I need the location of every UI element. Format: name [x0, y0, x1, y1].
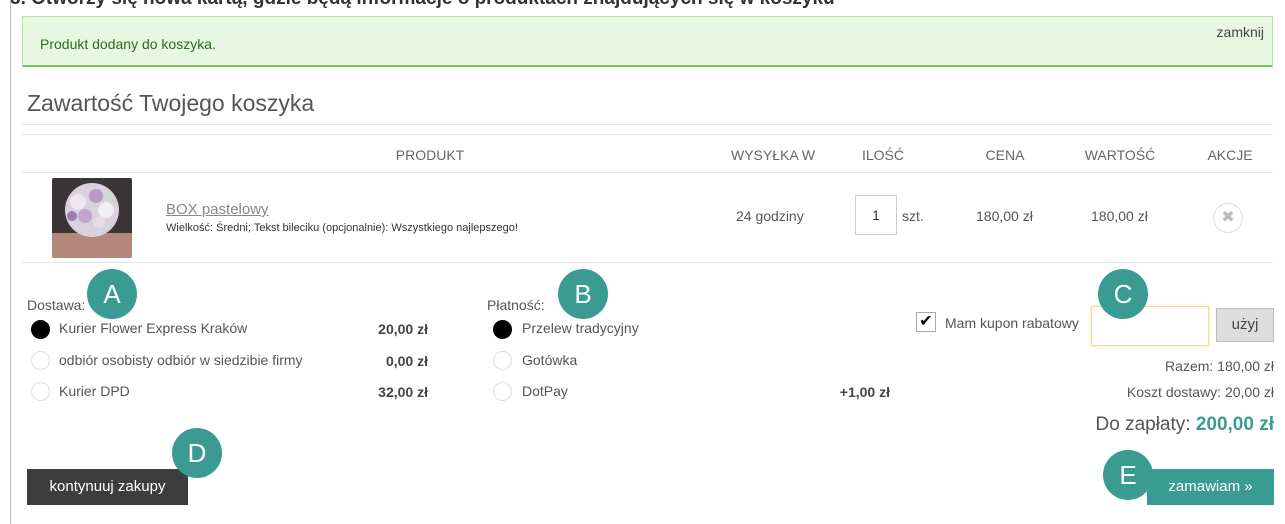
- total-value: 200,00 zł: [1195, 414, 1274, 435]
- payment-option-dotpay[interactable]: DotPay: [522, 383, 568, 399]
- delivery-option-pickup[interactable]: odbiór osobisty odbiór w siedzibie firmy: [59, 352, 303, 368]
- payment-radio-cash[interactable]: [493, 351, 512, 370]
- shipping-cost: Koszt dostawy: 20,00 zł: [1126, 384, 1274, 400]
- delivery-price-courier-flower: 20,00 zł: [378, 321, 428, 337]
- payment-radio-dotpay[interactable]: [493, 382, 512, 401]
- quantity-input[interactable]: 1: [855, 195, 897, 235]
- delivery-radio-dpd[interactable]: [31, 382, 50, 401]
- alert-message: Produkt dodany do koszyka.: [40, 36, 216, 52]
- page-title: Zawartość Twojego koszyka: [27, 90, 315, 116]
- header-actions: AKCJE: [1207, 147, 1253, 163]
- frame-border: [10, 0, 11, 524]
- title-divider: [22, 124, 1273, 125]
- product-thumbnail[interactable]: [52, 178, 132, 258]
- marker-b: B: [558, 269, 608, 319]
- unit-price: 180,00 zł: [976, 208, 1033, 224]
- tutorial-caption: 3. Otworzy się nowa kartą, gdzie będą in…: [10, 0, 835, 10]
- header-value: WARTOŚĆ: [1084, 147, 1156, 163]
- alert-close-link[interactable]: zamknij: [1217, 24, 1264, 40]
- close-icon: ✖: [1221, 209, 1235, 226]
- header-shipping: WYSYŁKA W: [730, 147, 816, 163]
- delivery-radio-pickup[interactable]: [31, 351, 50, 370]
- remove-item-button[interactable]: ✖: [1213, 203, 1243, 233]
- continue-shopping-button[interactable]: kontynuuj zakupy: [27, 469, 188, 505]
- header-product: PRODUKT: [395, 147, 465, 163]
- row-divider: [22, 262, 1273, 263]
- delivery-price-pickup: 0,00 zł: [385, 353, 428, 369]
- coupon-checkbox[interactable]: ✔: [916, 312, 936, 332]
- payment-label: Płatność:: [487, 297, 545, 313]
- checkmark-icon: ✔: [919, 313, 933, 330]
- payment-surcharge-dotpay: +1,00 zł: [839, 384, 890, 400]
- subtotal: Razem: 180,00 zł: [1165, 358, 1274, 374]
- delivery-radio-courier-flower[interactable]: [31, 320, 50, 339]
- payment-option-transfer[interactable]: Przelew tradycyjny: [522, 320, 639, 336]
- place-order-button[interactable]: zamawiam »: [1147, 469, 1274, 505]
- header-divider: [22, 172, 1273, 173]
- payment-option-cash[interactable]: Gotówka: [522, 352, 577, 368]
- line-value: 180,00 zł: [1091, 208, 1148, 224]
- apply-coupon-button[interactable]: użyj: [1216, 308, 1274, 342]
- product-details: Wielkość: Średni; Tekst bileciku (opcjon…: [166, 222, 518, 234]
- marker-e: E: [1103, 450, 1153, 500]
- header-quantity: ILOŚĆ: [861, 147, 904, 163]
- delivery-label: Dostawa:: [27, 297, 86, 313]
- delivery-price-dpd: 32,00 zł: [378, 384, 428, 400]
- delivery-option-courier-flower[interactable]: Kurier Flower Express Kraków: [59, 320, 247, 336]
- total-to-pay: Do zapłaty: 200,00 zł: [1096, 414, 1275, 436]
- table-top-border: [22, 134, 1273, 135]
- quantity-unit: szt.: [902, 208, 924, 224]
- header-price: CENA: [985, 147, 1025, 163]
- delivery-option-dpd[interactable]: Kurier DPD: [59, 383, 130, 399]
- marker-c: C: [1098, 269, 1148, 319]
- product-name-link[interactable]: BOX pastelowy: [166, 201, 269, 218]
- coupon-label[interactable]: Mam kupon rabatowy: [945, 315, 1079, 331]
- success-alert: Produkt dodany do koszyka. zamknij: [22, 16, 1273, 67]
- shipping-time: 24 godziny: [736, 208, 804, 224]
- marker-d: D: [172, 428, 222, 478]
- marker-a: A: [87, 269, 137, 319]
- total-label: Do zapłaty:: [1095, 414, 1191, 435]
- payment-radio-transfer[interactable]: [493, 320, 512, 339]
